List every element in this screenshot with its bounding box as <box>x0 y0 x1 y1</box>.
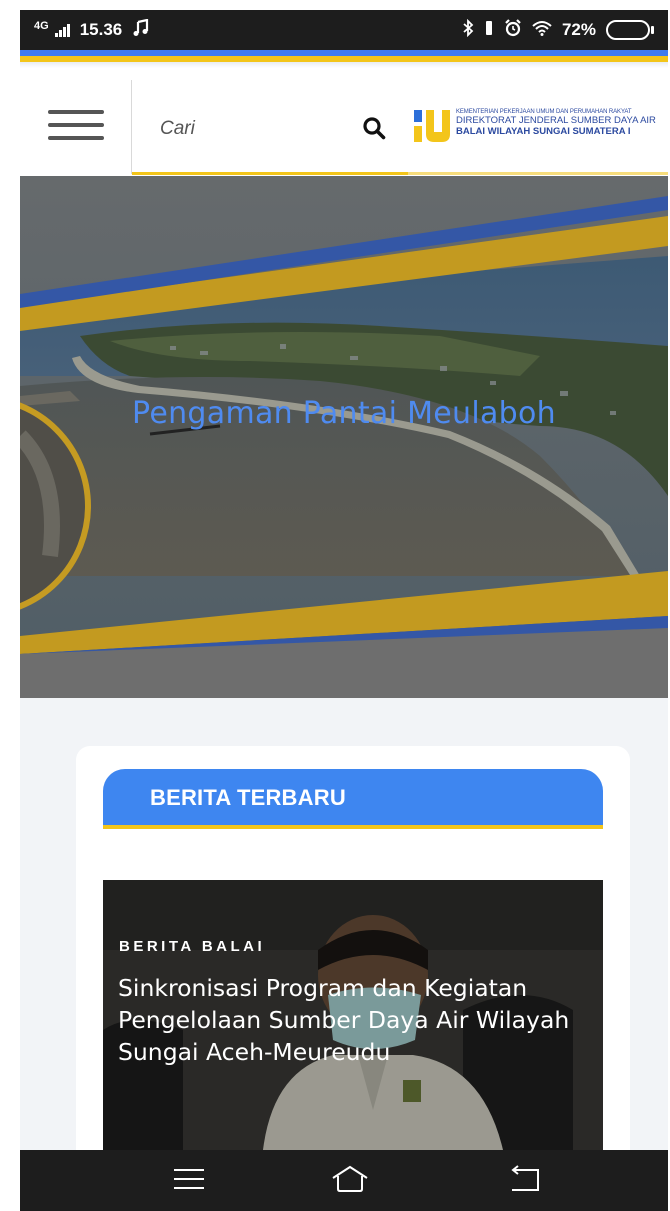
hero-image <box>20 176 668 698</box>
logo-text[interactable]: KEMENTERIAN PEKERJAAN UMUM DAN PERUMAHAN… <box>456 109 656 136</box>
hamburger-menu-icon[interactable] <box>48 110 104 140</box>
news-title[interactable]: Sinkronisasi Program dan Kegiatan Pengel… <box>118 972 593 1068</box>
status-right: 72% <box>462 18 654 42</box>
section-underline <box>103 825 603 829</box>
wifi-icon <box>532 20 552 41</box>
system-nav-bar <box>20 1150 668 1211</box>
bluetooth-icon <box>462 18 474 42</box>
clock: 15.36 <box>79 20 123 39</box>
home-icon[interactable] <box>330 1164 370 1198</box>
network-type: 4G <box>34 20 49 32</box>
logo-line-3: BALAI WILAYAH SUNGAI SUMATERA I <box>456 125 631 137</box>
hero-banner[interactable]: Pengaman Pantai Meulaboh <box>20 176 668 698</box>
logo-line-2: DIREKTORAT JENDERAL SUMBER DAYA AIR <box>456 115 656 126</box>
recent-apps-icon[interactable] <box>172 1164 206 1198</box>
header-underline <box>132 172 408 175</box>
battery-percent: 72% <box>561 20 596 39</box>
alarm-icon <box>504 18 522 42</box>
vibrate-icon <box>484 20 494 41</box>
status-left: 4G 15.36 <box>34 18 150 42</box>
header-underline-light <box>408 172 668 175</box>
status-bar: 4G 15.36 72% <box>20 10 668 50</box>
search-input[interactable] <box>160 114 350 144</box>
site-header: KEMENTERIAN PEKERJAAN UMUM DAN PERUMAHAN… <box>20 68 668 174</box>
music-icon <box>132 18 150 42</box>
hero-title[interactable]: Pengaman Pantai Meulaboh <box>20 396 668 431</box>
battery-icon <box>606 20 654 40</box>
search-box <box>132 88 410 174</box>
section-title: BERITA TERBARU <box>103 769 603 825</box>
news-category[interactable]: BERITA BALAI <box>119 938 265 955</box>
pu-logo[interactable] <box>412 108 452 148</box>
back-icon[interactable] <box>508 1164 544 1198</box>
search-icon[interactable] <box>362 116 386 144</box>
signal-icon <box>54 23 70 37</box>
news-item[interactable]: BERITA BALAI Sinkronisasi Program dan Ke… <box>103 880 603 1150</box>
